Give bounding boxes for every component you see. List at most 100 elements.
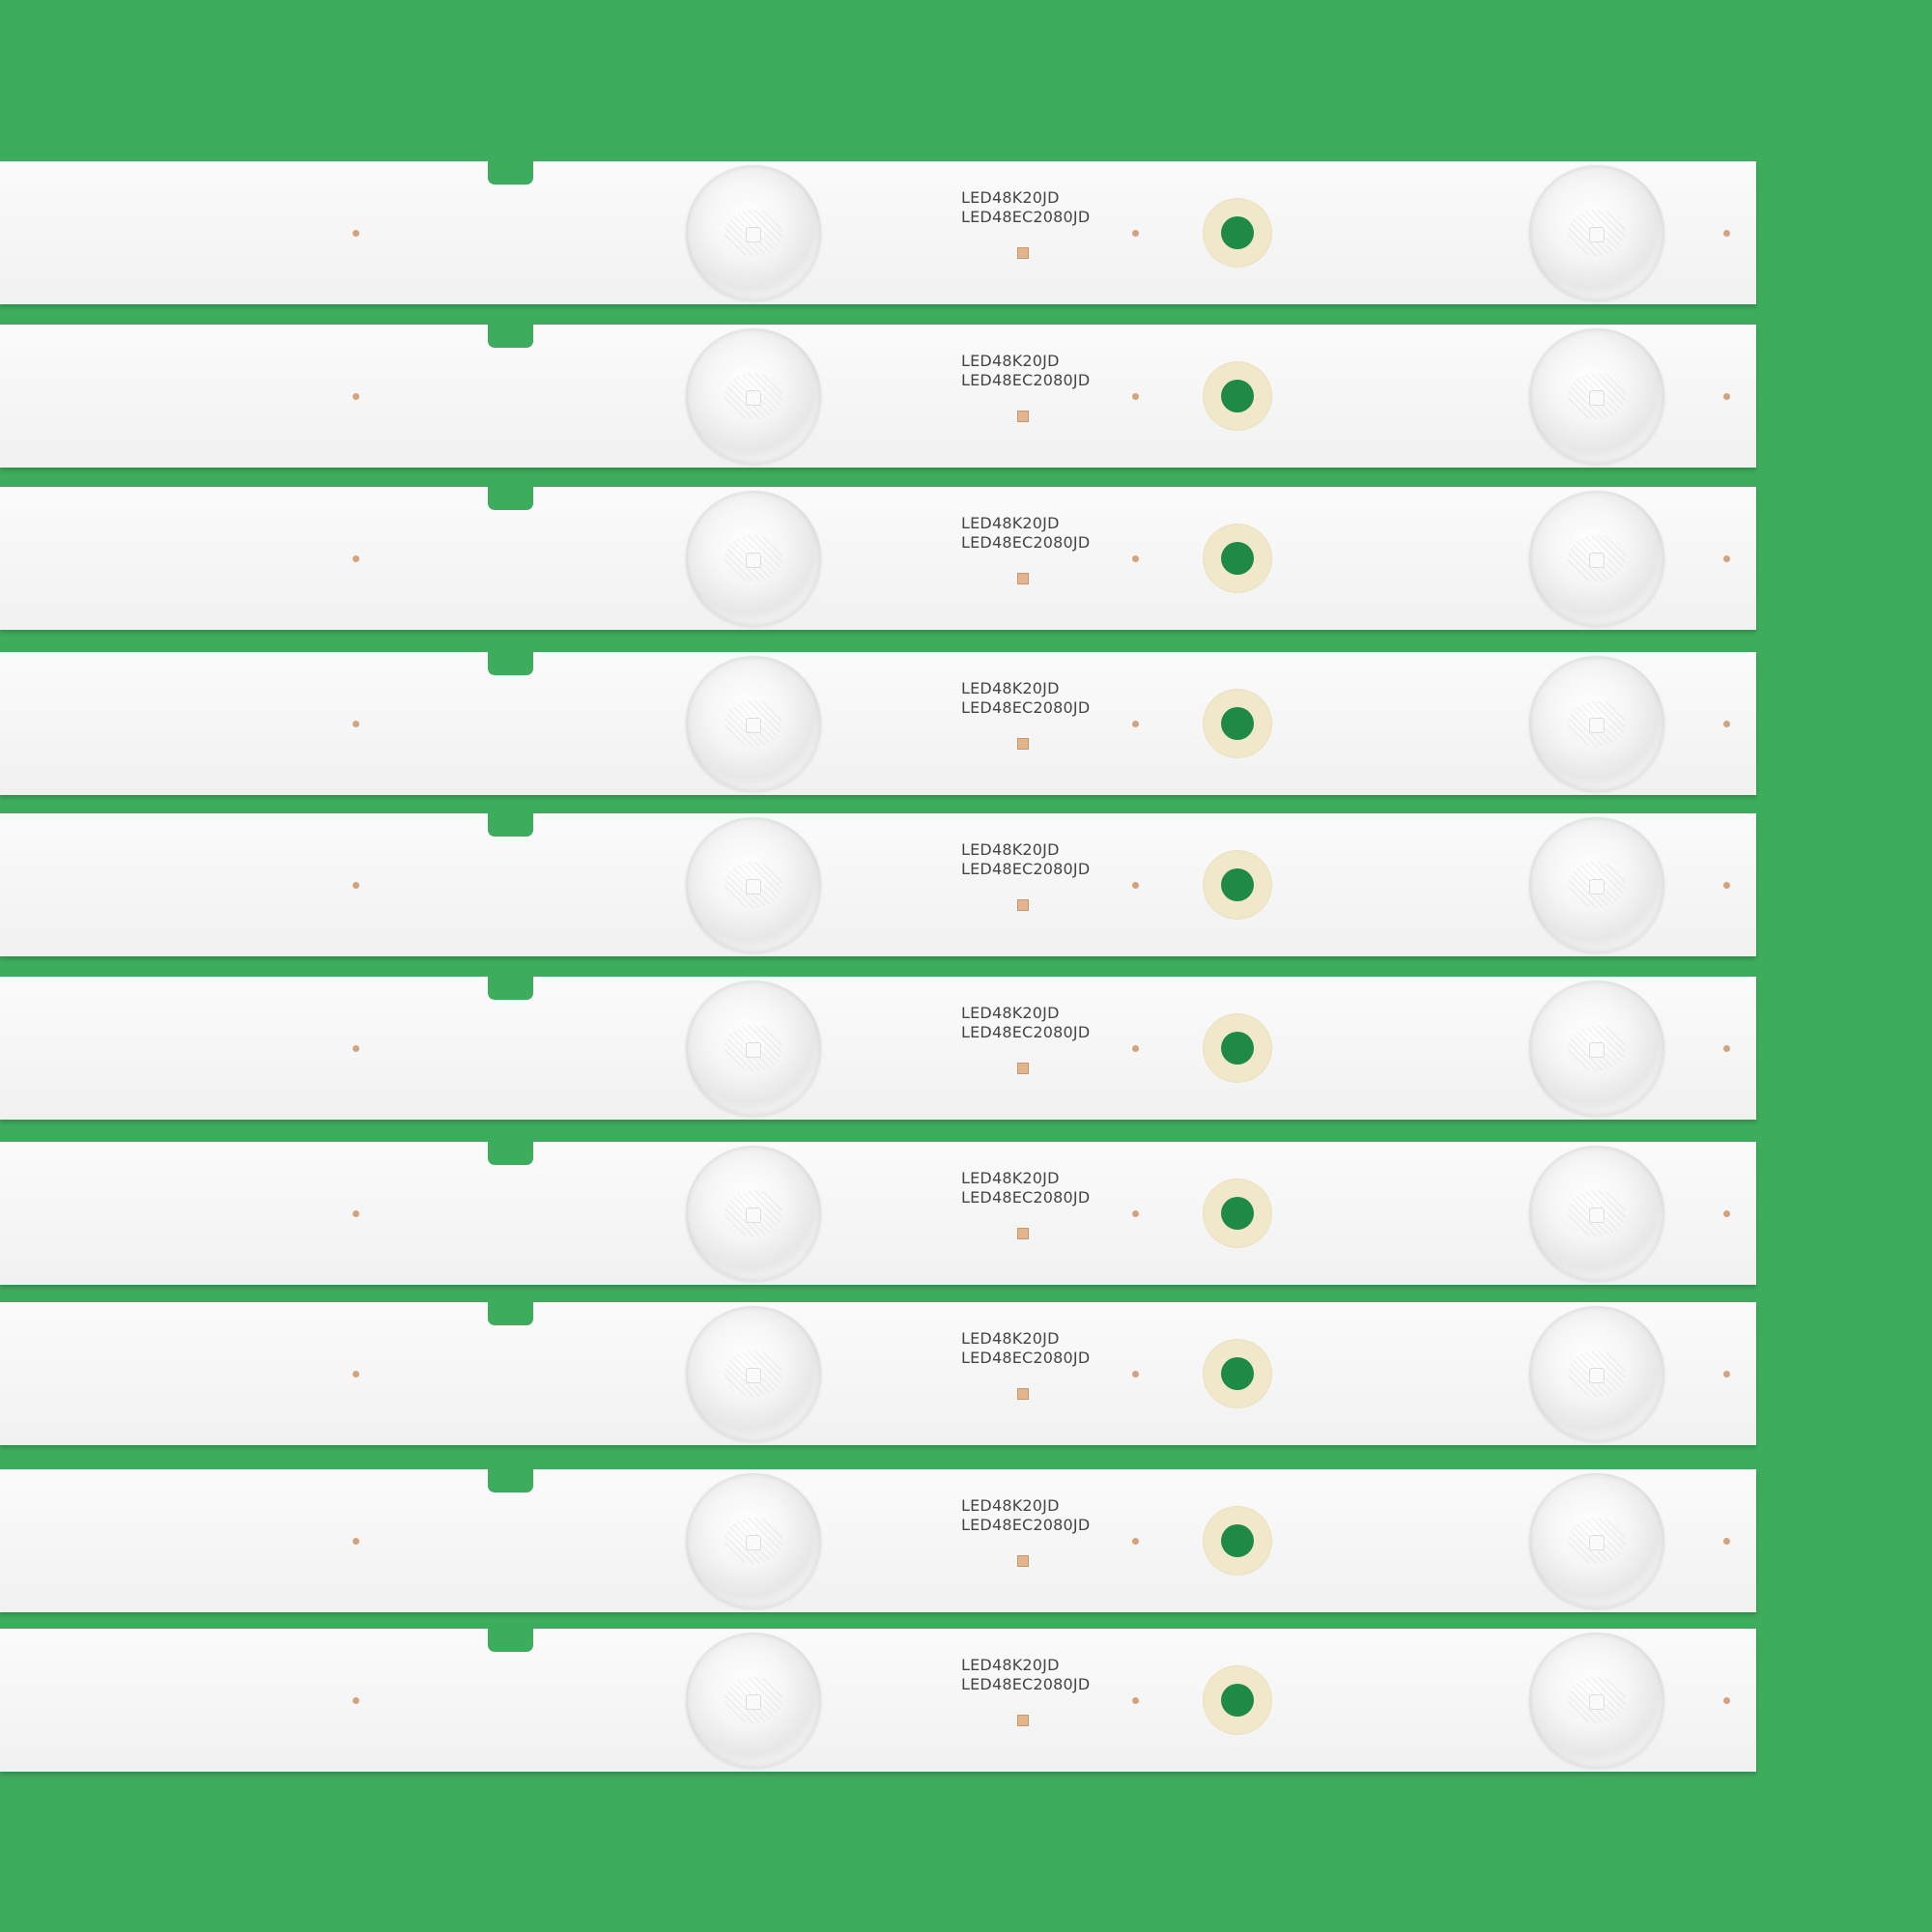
led-lens-left bbox=[686, 1306, 821, 1441]
led-strip: LED48K20JD LED48EC2080JD bbox=[0, 649, 1756, 795]
mounting-notch bbox=[488, 974, 533, 1000]
led-lens-right bbox=[1529, 328, 1664, 464]
solder-point bbox=[1132, 1210, 1139, 1217]
part-number-label: LED48K20JD LED48EC2080JD bbox=[961, 1329, 1090, 1368]
solder-point bbox=[1723, 882, 1730, 889]
part-number-label: LED48K20JD LED48EC2080JD bbox=[961, 679, 1090, 718]
solder-point bbox=[1723, 1697, 1730, 1704]
led-strip: LED48K20JD LED48EC2080JD bbox=[0, 1626, 1756, 1772]
mounting-notch bbox=[488, 158, 533, 185]
led-lens-right bbox=[1529, 656, 1664, 791]
part-number-line2: LED48EC2080JD bbox=[961, 698, 1091, 717]
part-number-label: LED48K20JD LED48EC2080JD bbox=[961, 840, 1090, 879]
part-number-line2: LED48EC2080JD bbox=[961, 1516, 1091, 1534]
solder-point bbox=[1723, 230, 1730, 237]
mounting-hole bbox=[1203, 689, 1272, 758]
solder-point bbox=[1132, 721, 1139, 727]
solder-point bbox=[1132, 393, 1139, 400]
led-strip: LED48K20JD LED48EC2080JD bbox=[0, 1466, 1756, 1612]
part-number-line2: LED48EC2080JD bbox=[961, 371, 1091, 389]
mounting-hole bbox=[1203, 1339, 1272, 1408]
part-number-line1: LED48K20JD bbox=[961, 1496, 1060, 1515]
led-lens-right bbox=[1529, 980, 1664, 1116]
solder-point bbox=[353, 721, 359, 727]
led-lens-right bbox=[1529, 1633, 1664, 1768]
mounting-hole bbox=[1203, 1013, 1272, 1083]
led-lens-right bbox=[1529, 491, 1664, 626]
solder-pad bbox=[1017, 1715, 1029, 1726]
led-lens-right bbox=[1529, 1473, 1664, 1608]
part-number-line1: LED48K20JD bbox=[961, 679, 1060, 697]
part-number-line1: LED48K20JD bbox=[961, 1656, 1060, 1674]
mounting-notch bbox=[488, 1626, 533, 1652]
solder-pad bbox=[1017, 1228, 1029, 1239]
led-lens-left bbox=[686, 817, 821, 952]
solder-pad bbox=[1017, 1388, 1029, 1400]
part-number-line1: LED48K20JD bbox=[961, 188, 1060, 207]
solder-point bbox=[1723, 1538, 1730, 1545]
part-number-label: LED48K20JD LED48EC2080JD bbox=[961, 1004, 1090, 1042]
mounting-hole bbox=[1203, 198, 1272, 268]
part-number-line2: LED48EC2080JD bbox=[961, 533, 1091, 552]
led-lens-left bbox=[686, 1633, 821, 1768]
part-number-line2: LED48EC2080JD bbox=[961, 1349, 1091, 1367]
mounting-notch bbox=[488, 810, 533, 837]
part-number-line2: LED48EC2080JD bbox=[961, 860, 1091, 878]
part-number-label: LED48K20JD LED48EC2080JD bbox=[961, 514, 1090, 553]
solder-point bbox=[1132, 1697, 1139, 1704]
part-number-line1: LED48K20JD bbox=[961, 840, 1060, 859]
solder-pad bbox=[1017, 1555, 1029, 1567]
part-number-label: LED48K20JD LED48EC2080JD bbox=[961, 1496, 1090, 1535]
led-lens-right bbox=[1529, 1306, 1664, 1441]
part-number-line2: LED48EC2080JD bbox=[961, 1675, 1091, 1693]
solder-point bbox=[353, 230, 359, 237]
led-lens-left bbox=[686, 165, 821, 300]
led-lens-left bbox=[686, 328, 821, 464]
solder-point bbox=[1132, 1371, 1139, 1378]
solder-pad bbox=[1017, 573, 1029, 584]
part-number-label: LED48K20JD LED48EC2080JD bbox=[961, 188, 1090, 227]
solder-point bbox=[353, 393, 359, 400]
solder-point bbox=[1132, 1045, 1139, 1052]
part-number-label: LED48K20JD LED48EC2080JD bbox=[961, 352, 1090, 390]
solder-point bbox=[1723, 1045, 1730, 1052]
part-number-line1: LED48K20JD bbox=[961, 1329, 1060, 1348]
mounting-notch bbox=[488, 1139, 533, 1165]
mounting-notch bbox=[488, 1299, 533, 1325]
solder-point bbox=[353, 1045, 359, 1052]
mounting-notch bbox=[488, 484, 533, 510]
led-strip: LED48K20JD LED48EC2080JD bbox=[0, 1299, 1756, 1445]
led-lens-left bbox=[686, 656, 821, 791]
part-number-line1: LED48K20JD bbox=[961, 1169, 1060, 1187]
solder-pad bbox=[1017, 247, 1029, 259]
solder-point bbox=[353, 882, 359, 889]
solder-point bbox=[353, 1697, 359, 1704]
solder-point bbox=[1132, 555, 1139, 562]
mounting-hole bbox=[1203, 524, 1272, 593]
part-number-line1: LED48K20JD bbox=[961, 1004, 1060, 1022]
solder-point bbox=[1723, 721, 1730, 727]
led-lens-right bbox=[1529, 165, 1664, 300]
mounting-hole bbox=[1203, 850, 1272, 920]
part-number-label: LED48K20JD LED48EC2080JD bbox=[961, 1656, 1090, 1694]
mounting-notch bbox=[488, 649, 533, 675]
led-strip: LED48K20JD LED48EC2080JD bbox=[0, 322, 1756, 468]
part-number-line2: LED48EC2080JD bbox=[961, 1023, 1091, 1041]
solder-point bbox=[353, 1538, 359, 1545]
solder-pad bbox=[1017, 411, 1029, 422]
led-strip: LED48K20JD LED48EC2080JD bbox=[0, 810, 1756, 956]
mounting-notch bbox=[488, 1466, 533, 1492]
solder-point bbox=[1132, 1538, 1139, 1545]
led-strip: LED48K20JD LED48EC2080JD bbox=[0, 158, 1756, 304]
led-lens-left bbox=[686, 491, 821, 626]
mounting-hole bbox=[1203, 361, 1272, 431]
led-strip: LED48K20JD LED48EC2080JD bbox=[0, 974, 1756, 1120]
mounting-hole bbox=[1203, 1179, 1272, 1248]
led-strip: LED48K20JD LED48EC2080JD bbox=[0, 484, 1756, 630]
mounting-hole bbox=[1203, 1506, 1272, 1576]
solder-point bbox=[1132, 230, 1139, 237]
part-number-line1: LED48K20JD bbox=[961, 352, 1060, 370]
part-number-label: LED48K20JD LED48EC2080JD bbox=[961, 1169, 1090, 1208]
solder-pad bbox=[1017, 738, 1029, 750]
led-lens-left bbox=[686, 980, 821, 1116]
